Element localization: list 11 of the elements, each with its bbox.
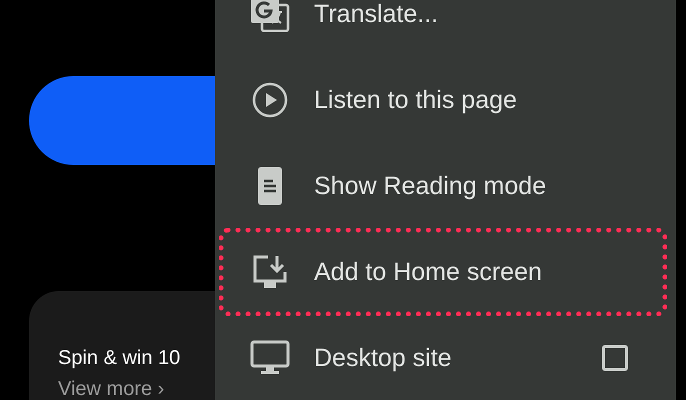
monitor-icon: [250, 340, 290, 376]
checkbox[interactable]: [602, 345, 628, 371]
play-icon: [250, 82, 290, 118]
menu-item[interactable]: Desktop site: [220, 315, 666, 400]
promo-title: Spin & win 10: [58, 347, 180, 370]
menu-item[interactable]: Translate...: [220, 0, 666, 57]
action-button[interactable]: [29, 76, 215, 165]
menu-item[interactable]: Show Reading mode: [220, 143, 666, 229]
view-more-link[interactable]: View more ›: [58, 378, 164, 400]
menu-item[interactable]: Listen to this page: [220, 57, 666, 143]
menu-item[interactable]: Add to Home screen: [220, 229, 666, 315]
